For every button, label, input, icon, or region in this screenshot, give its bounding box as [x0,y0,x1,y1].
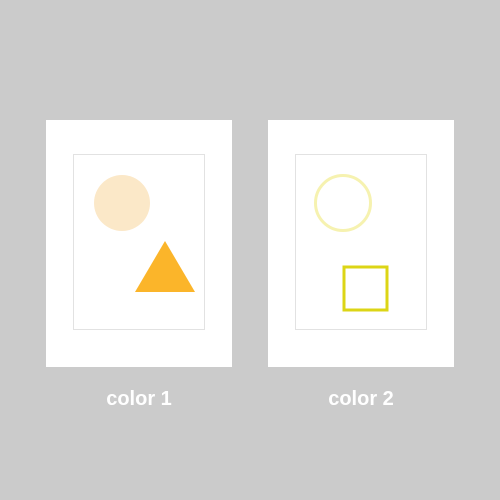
color-card-1-frame [73,154,205,330]
color-card-1-shapes [94,175,195,292]
color-card-2-label: color 2 [328,388,394,410]
outline-square-shape [342,265,389,312]
color-card-2-frame [295,154,427,330]
outline-circle-shape [314,174,372,232]
color-card-2 [268,120,454,367]
color-card-2-shapes [314,174,389,312]
filled-circle-shape [94,175,150,231]
color-card-1 [46,120,232,367]
filled-triangle-shape [135,241,195,292]
color-card-1-label: color 1 [106,388,172,410]
